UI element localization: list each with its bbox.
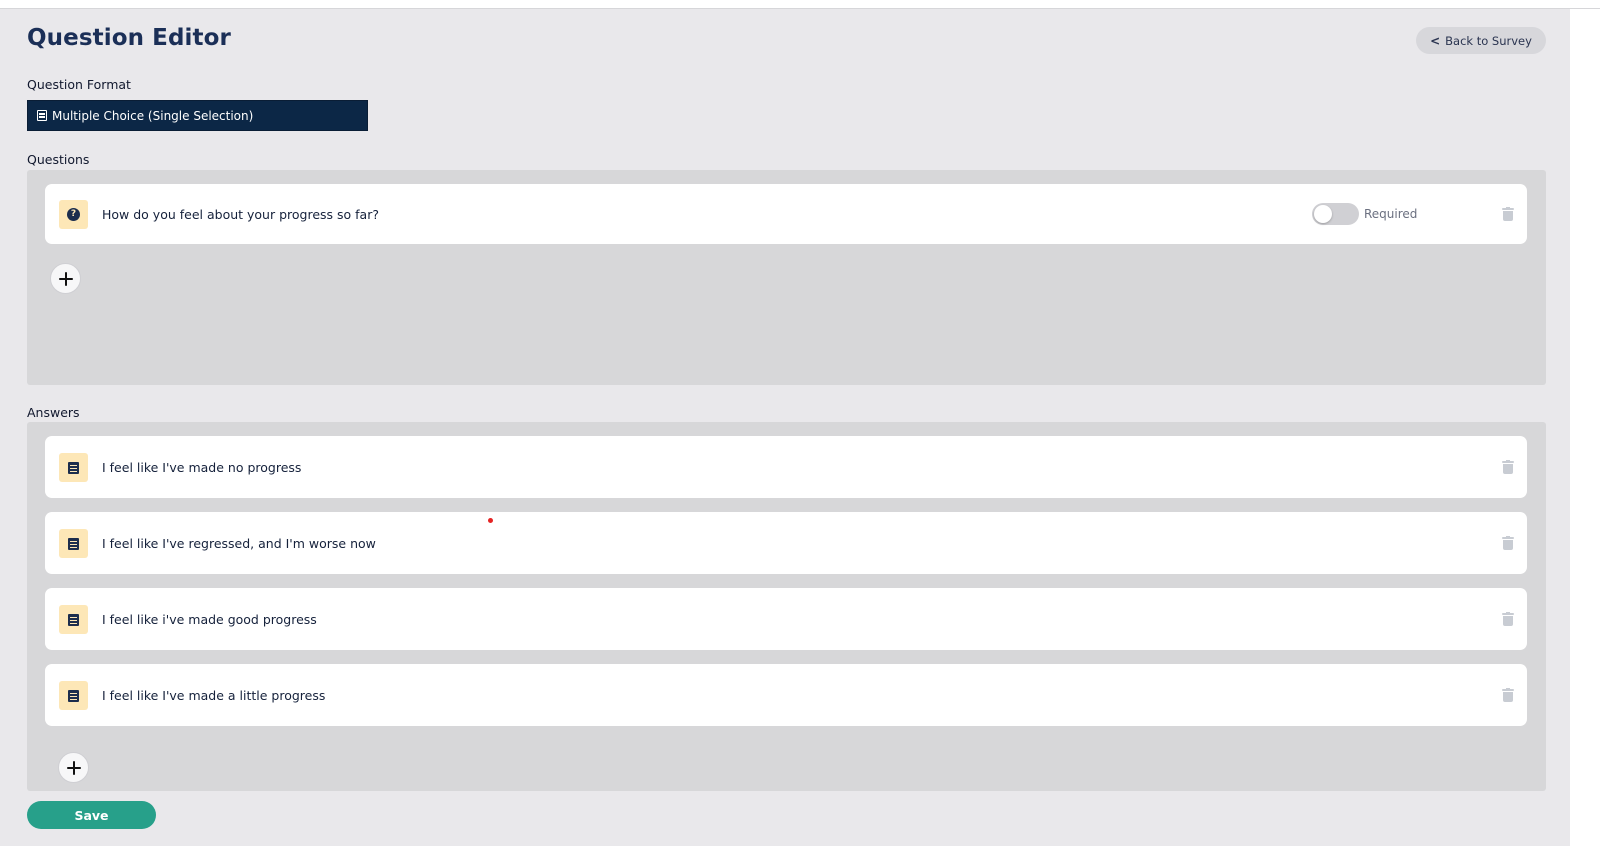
answer-badge	[59, 605, 88, 634]
answer-text: I feel like I've regressed, and I'm wors…	[102, 536, 376, 551]
trash-icon[interactable]	[1502, 688, 1514, 702]
answer-text: I feel like I've made no progress	[102, 460, 302, 475]
list-icon	[68, 461, 79, 474]
trash-icon[interactable]	[1502, 460, 1514, 474]
trash-icon[interactable]	[1502, 207, 1514, 221]
question-format-value: Multiple Choice (Single Selection)	[52, 108, 254, 123]
answer-badge	[59, 453, 88, 482]
required-label: Required	[1364, 207, 1418, 221]
top-border	[0, 0, 1600, 9]
answer-row[interactable]: I feel like i've made good progress	[45, 588, 1527, 650]
list-icon	[37, 110, 47, 121]
list-icon	[68, 537, 79, 550]
answer-row[interactable]: I feel like I've made no progress	[45, 436, 1527, 498]
question-circle-icon: ?	[67, 208, 80, 221]
right-gutter	[1570, 9, 1600, 846]
add-question-button[interactable]	[50, 263, 81, 294]
list-icon	[68, 613, 79, 626]
answers-label: Answers	[27, 405, 80, 420]
back-to-survey-label: Back to Survey	[1445, 33, 1532, 48]
question-badge: ?	[59, 200, 88, 229]
answer-text: I feel like i've made good progress	[102, 612, 317, 627]
answer-badge	[59, 529, 88, 558]
add-answer-button[interactable]	[58, 752, 89, 783]
question-editor-page: Question Editor < Back to Survey Questio…	[0, 9, 1570, 846]
plus-icon	[58, 271, 73, 286]
required-toggle[interactable]	[1312, 203, 1359, 225]
plus-icon	[66, 760, 81, 775]
toggle-knob	[1314, 205, 1332, 223]
cursor-marker	[488, 518, 493, 523]
answer-badge	[59, 681, 88, 710]
bottom-gutter	[0, 846, 1600, 862]
list-icon	[68, 689, 79, 702]
back-to-survey-button[interactable]: < Back to Survey	[1416, 27, 1546, 54]
question-text: How do you feel about your progress so f…	[102, 207, 379, 222]
answer-row[interactable]: I feel like I've made a little progress	[45, 664, 1527, 726]
save-button[interactable]: Save	[27, 801, 156, 829]
chevron-left-icon: <	[1430, 33, 1441, 48]
trash-icon[interactable]	[1502, 536, 1514, 550]
answer-text: I feel like I've made a little progress	[102, 688, 326, 703]
question-format-select[interactable]: Multiple Choice (Single Selection)	[27, 100, 368, 131]
question-format-label: Question Format	[27, 77, 131, 92]
questions-panel: ? How do you feel about your progress so…	[27, 170, 1546, 385]
page-title: Question Editor	[27, 25, 231, 51]
trash-icon[interactable]	[1502, 612, 1514, 626]
answers-panel: I feel like I've made no progress I feel…	[27, 422, 1546, 791]
answer-row[interactable]: I feel like I've regressed, and I'm wors…	[45, 512, 1527, 574]
question-row[interactable]: ? How do you feel about your progress so…	[45, 184, 1527, 244]
questions-label: Questions	[27, 152, 90, 167]
